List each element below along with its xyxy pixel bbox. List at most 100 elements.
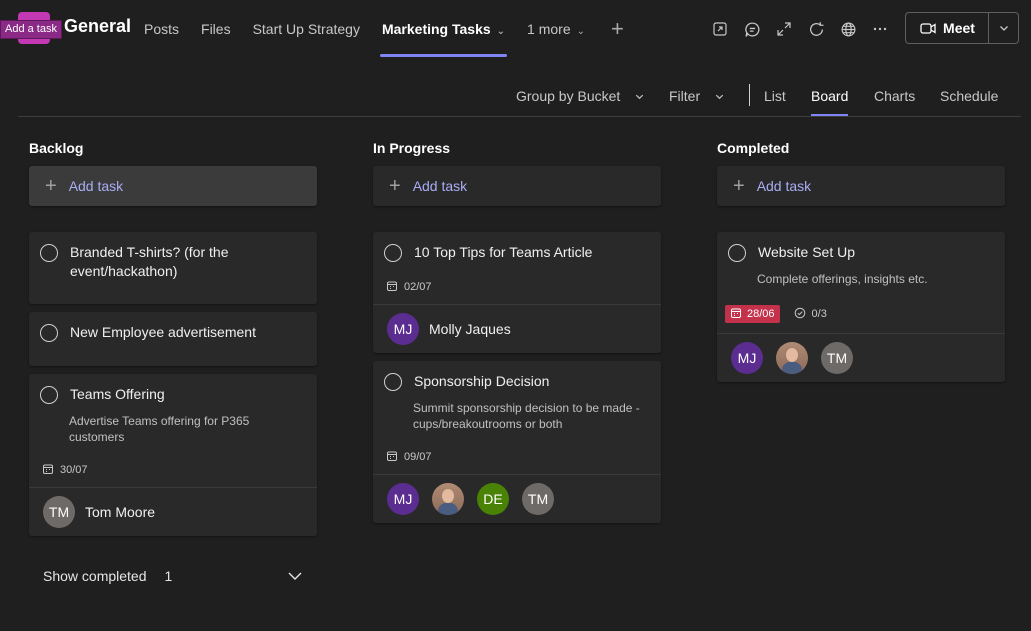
calendar-icon — [386, 450, 400, 464]
checklist-icon — [794, 307, 808, 321]
add-task-label: Add task — [412, 178, 468, 194]
video-camera-icon — [919, 19, 937, 37]
plus-icon: + — [389, 174, 401, 197]
avatar[interactable]: MJ — [731, 342, 763, 374]
task-card[interactable]: 10 Top Tips for Teams Article 02/07 MJ M… — [373, 232, 661, 353]
completed-count: 1 — [164, 568, 173, 584]
calendar-icon — [386, 280, 400, 294]
avatar[interactable]: DE — [477, 483, 509, 515]
task-card[interactable]: New Employee advertisement — [29, 312, 317, 366]
task-description: Complete offerings, insights etc. — [757, 272, 928, 286]
add-task-label: Add task — [68, 178, 124, 194]
avatar-photo[interactable] — [776, 342, 808, 374]
tab-marketing-tasks[interactable]: Marketing Tasks ⌄ — [379, 0, 508, 58]
task-title: Teams Offering — [70, 386, 165, 402]
conversation-icon[interactable] — [740, 17, 764, 41]
meet-dropdown-button[interactable] — [989, 22, 1018, 34]
show-completed-label: Show completed — [43, 568, 147, 584]
due-date: 28/06 — [747, 308, 775, 320]
complete-task-checkbox[interactable] — [40, 244, 58, 262]
group-by-label: Group by Bucket — [516, 88, 621, 104]
task-description: Summit sponsorship decision to be made -… — [413, 401, 640, 431]
add-task-button[interactable]: + Add task — [373, 166, 661, 206]
expand-icon[interactable] — [772, 17, 796, 41]
complete-task-checkbox[interactable] — [728, 244, 746, 262]
chevron-down-icon[interactable]: ⌄ — [497, 26, 505, 37]
plus-icon: + — [45, 174, 57, 197]
header-actions — [708, 17, 900, 41]
complete-task-checkbox[interactable] — [40, 324, 58, 342]
chevron-down-icon — [998, 22, 1010, 34]
due-date: 02/07 — [404, 281, 432, 293]
avatar[interactable]: MJ — [387, 483, 419, 515]
task-card[interactable]: Branded T-shirts? (for the event/hackath… — [29, 232, 317, 304]
avatar[interactable]: TM — [522, 483, 554, 515]
task-assignees: MJ TM — [717, 333, 1005, 382]
task-title: Website Set Up — [758, 244, 856, 260]
view-schedule[interactable]: Schedule — [940, 76, 998, 116]
avatar[interactable]: TM — [821, 342, 853, 374]
bucket-in-progress: In Progress + Add task 10 Top Tips for T… — [373, 130, 661, 531]
view-charts[interactable]: Charts — [874, 76, 915, 116]
task-title: 10 Top Tips for Teams Article — [414, 244, 593, 260]
complete-task-checkbox[interactable] — [384, 244, 402, 262]
add-task-button[interactable]: + Add task — [29, 166, 317, 206]
task-meta: 28/06 0/3 — [725, 305, 991, 323]
tab-start-up-strategy[interactable]: Start Up Strategy — [253, 0, 360, 58]
plus-icon: + — [733, 174, 745, 197]
task-assignees: MJ Molly Jaques — [373, 304, 661, 353]
due-date: 09/07 — [404, 451, 432, 463]
checklist-count: 0/3 — [811, 308, 827, 320]
task-meta: 02/07 — [386, 280, 647, 294]
add-task-button[interactable]: + Add task — [717, 166, 1005, 206]
meet-button-group: Meet — [905, 12, 1019, 44]
meet-label: Meet — [943, 20, 975, 36]
avatar-photo[interactable] — [432, 483, 464, 515]
filter-label: Filter — [669, 88, 701, 104]
add-task-label: Add task — [756, 178, 812, 194]
complete-task-checkbox[interactable] — [40, 386, 58, 404]
view-list[interactable]: List — [764, 76, 786, 116]
tab-files[interactable]: Files — [201, 0, 231, 58]
channel-tabs: Posts Files Start Up Strategy Marketing … — [144, 0, 624, 58]
avatar[interactable]: TM — [43, 496, 75, 528]
bucket-completed: Completed + Add task Website Set Up Comp… — [717, 130, 1005, 390]
chevron-down-icon — [287, 568, 303, 584]
task-description: Advertise Teams offering for P365 custom… — [69, 414, 250, 444]
task-assignees: TM Tom Moore — [29, 487, 317, 536]
view-board[interactable]: Board — [811, 76, 849, 116]
calendar-icon — [42, 463, 56, 477]
divider — [749, 84, 750, 106]
add-tab-icon[interactable]: + — [611, 0, 624, 58]
pop-out-icon[interactable] — [708, 17, 732, 41]
globe-icon[interactable] — [836, 17, 860, 41]
planner-view-bar: Group by Bucket Filter List Board Charts… — [18, 76, 1021, 117]
channel-title: General — [64, 16, 132, 36]
task-title: Sponsorship Decision — [414, 373, 550, 389]
complete-task-checkbox[interactable] — [384, 373, 402, 391]
avatar[interactable]: MJ — [387, 313, 419, 345]
task-card[interactable]: Sponsorship Decision Summit sponsorship … — [373, 361, 661, 523]
task-title: Branded T-shirts? (for the event/hackath… — [70, 244, 229, 279]
more-options-icon[interactable] — [868, 17, 892, 41]
show-completed-toggle[interactable]: Show completed 1 — [43, 564, 303, 588]
task-title: New Employee advertisement — [70, 324, 256, 340]
refresh-icon[interactable] — [804, 17, 828, 41]
app-header: Add a task General Posts Files Start Up … — [0, 0, 1031, 58]
group-by-dropdown[interactable]: Group by Bucket — [516, 76, 645, 116]
bucket-backlog: Backlog + Add task Branded T-shirts? (fo… — [29, 130, 317, 544]
task-card[interactable]: Teams Offering Advertise Teams offering … — [29, 374, 317, 536]
assignee-name: Tom Moore — [85, 504, 156, 520]
tab-more-label: 1 more — [527, 21, 571, 37]
tab-posts[interactable]: Posts — [144, 0, 179, 58]
meet-button[interactable]: Meet — [906, 13, 989, 43]
task-meta: 30/07 — [42, 463, 303, 477]
filter-dropdown[interactable]: Filter — [669, 76, 725, 116]
bucket-title[interactable]: In Progress — [373, 130, 661, 166]
bucket-title[interactable]: Completed — [717, 130, 1005, 166]
task-card[interactable]: Website Set Up Complete offerings, insig… — [717, 232, 1005, 382]
assignee-name: Molly Jaques — [429, 321, 511, 337]
chevron-down-icon — [634, 77, 645, 117]
bucket-title[interactable]: Backlog — [29, 130, 317, 166]
tab-more[interactable]: 1 more ⌄ — [527, 0, 585, 58]
